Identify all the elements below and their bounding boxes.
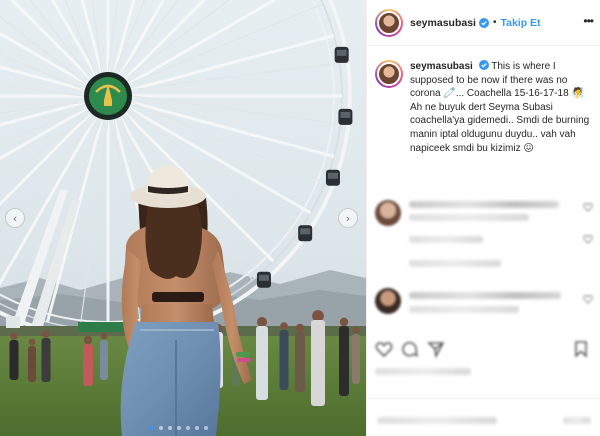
add-comment-bar[interactable] [367,398,600,436]
post-header: seymasubasi • Takip Et ••• [367,0,600,46]
post-caption: seymasubasi This is where I supposed to … [375,60,597,155]
heart-icon[interactable] [583,294,593,304]
avatar[interactable] [375,8,403,37]
chevron-left-icon[interactable]: ‹ [5,208,25,228]
crying-emoji-icon: 😖 [523,142,534,154]
likes-count [375,368,471,375]
caption-username[interactable]: seymasubasi [410,61,473,72]
verified-badge-icon [478,17,489,28]
coachella-ferris-wheel-photo [0,0,366,436]
carousel-dot [177,426,181,430]
bookmark-icon[interactable] [572,340,590,358]
carousel-dot [186,426,190,430]
heart-icon[interactable] [583,234,593,244]
carousel-dot [204,426,208,430]
carousel-dot [195,426,199,430]
chevron-right-icon[interactable]: › [338,208,358,228]
post-side-panel: seymasubasi • Takip Et ••• seymasubasi T… [366,0,600,436]
comment-avatar[interactable] [375,200,401,226]
separator-dot: • [492,17,497,28]
follow-button[interactable]: Takip Et [500,17,540,29]
paper-plane-icon[interactable] [427,340,445,358]
speech-bubble-icon[interactable] [401,340,419,358]
heart-icon[interactable] [583,202,593,212]
caption-avatar[interactable] [375,60,403,88]
comment-avatar[interactable] [375,288,401,314]
username-link[interactable]: seymasubasi [410,17,476,29]
carousel-indicator [150,426,208,430]
carousel-dot [168,426,172,430]
caption-line-2: ... Coachella 15-16-17-18 [455,88,569,100]
post-actions [375,340,445,358]
more-options-icon[interactable]: ••• [583,14,594,28]
instagram-post: ‹ › seymasubasi • Takip Et ••• seymasuba… [0,0,600,436]
person-emoji-icon: 🧖 [571,88,584,100]
comment-item [375,196,597,267]
post-photo[interactable]: ‹ › [0,0,366,436]
caption-line-3: Ah ne buyuk dert Seyma Subasi coachella'… [410,101,590,154]
heart-icon[interactable] [375,340,393,358]
carousel-dot [150,426,154,430]
face-mask-emoji-icon: 🧷 [443,88,456,100]
comment-item [375,286,597,332]
carousel-dot [159,426,163,430]
caption-text: seymasubasi This is where I supposed to … [410,60,596,155]
verified-badge-icon [478,60,489,70]
